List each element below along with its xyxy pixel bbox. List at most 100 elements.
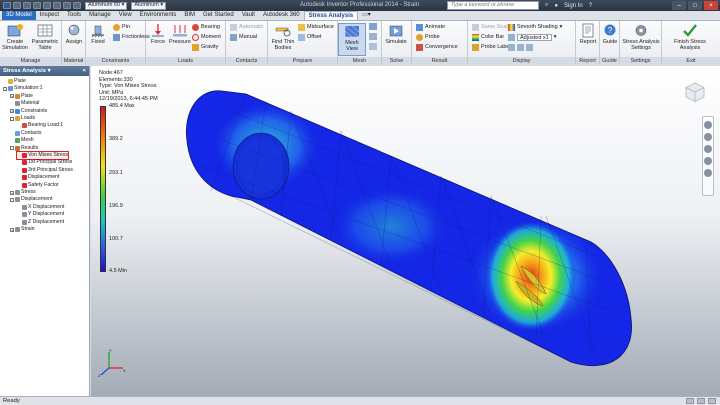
minimize-icon[interactable]: – xyxy=(672,1,686,10)
undo-icon[interactable] xyxy=(43,2,51,9)
redo-icon[interactable] xyxy=(53,2,61,9)
smooth-shading-dropdown[interactable]: Smooth Shading ▾ xyxy=(508,23,562,31)
mesh-settings-icon[interactable] xyxy=(369,23,377,30)
midsurface-button[interactable]: Midsurface xyxy=(298,23,334,31)
boundary-conditions-icon[interactable] xyxy=(526,43,533,51)
local-mesh-icon[interactable] xyxy=(369,33,377,40)
tab-vault[interactable]: Vault xyxy=(238,11,259,20)
maximize-icon[interactable]: □ xyxy=(688,1,702,10)
zoom-icon[interactable] xyxy=(704,145,712,153)
convergence-settings-icon[interactable] xyxy=(369,43,377,50)
expand-icon[interactable]: + xyxy=(10,190,14,195)
bearing-button[interactable]: Bearing xyxy=(192,23,220,31)
tree-node[interactable]: Displacement xyxy=(17,174,59,181)
steering-wheel-icon[interactable] xyxy=(704,121,712,129)
pressure-button[interactable]: Pressure xyxy=(166,23,194,45)
browser-close-icon[interactable]: × xyxy=(83,66,86,76)
search-icon[interactable]: ⌕ xyxy=(545,2,548,9)
simulate-button[interactable]: Simulate xyxy=(382,23,410,45)
tree-node[interactable]: Mesh xyxy=(10,137,34,144)
tree-node[interactable]: Plate xyxy=(3,78,26,85)
collapse-icon[interactable]: - xyxy=(10,146,14,151)
collapse-icon[interactable]: - xyxy=(3,86,7,91)
pin-button[interactable]: Pin xyxy=(113,23,130,31)
color-legend-bar[interactable] xyxy=(100,106,106,272)
status-icon-b[interactable] xyxy=(697,398,705,404)
tab-bim[interactable]: BIM xyxy=(180,11,199,20)
tree-node[interactable]: - Loads xyxy=(10,115,35,122)
parametric-table-button[interactable]: Parametric Table xyxy=(31,23,59,51)
tab-stress-analysis[interactable]: Stress Analysis xyxy=(303,11,359,20)
save-icon[interactable] xyxy=(33,2,41,9)
tree-node[interactable]: + Strain xyxy=(10,226,35,233)
show-min-icon[interactable] xyxy=(508,43,515,51)
graphics-viewport[interactable]: Node:467 Elements:330 Type: Von Mises St… xyxy=(91,66,720,396)
status-icon-c[interactable] xyxy=(708,398,716,404)
tree-node[interactable]: - Results xyxy=(10,145,38,152)
tree-node[interactable]: Material xyxy=(10,100,39,107)
material-combo[interactable]: Aluminum 60 ▾ xyxy=(85,1,128,10)
tab-tools[interactable]: Tools xyxy=(63,11,85,20)
tree-node[interactable]: Contacts xyxy=(10,130,41,137)
tab-view[interactable]: View xyxy=(115,11,136,20)
tree-node[interactable]: Z Displacement xyxy=(17,219,64,226)
automatic-button[interactable]: Automatic xyxy=(230,23,263,31)
tab-autodesk-360[interactable]: Autodesk 360 xyxy=(259,11,304,20)
select-icon[interactable] xyxy=(73,2,81,9)
tab-options-icon[interactable]: ▭▾ xyxy=(358,11,375,20)
close-icon[interactable]: × xyxy=(704,1,718,10)
tree-node[interactable]: - Displacement xyxy=(10,196,52,203)
stress-analysis-settings-button[interactable]: Stress Analysis Settings xyxy=(620,23,662,51)
tree-node[interactable]: X Displacement xyxy=(17,204,64,211)
search-input[interactable]: Type a keyword or phrase xyxy=(447,1,539,10)
tree-node[interactable]: - Simulation:1 xyxy=(3,85,43,92)
viewcube-icon[interactable] xyxy=(684,81,706,103)
new-icon[interactable] xyxy=(13,2,21,9)
tree-node[interactable]: 3rd Principal Stress xyxy=(17,167,73,174)
dropdown-icon[interactable]: ▾ xyxy=(46,68,51,74)
tree-node[interactable]: + Constraints xyxy=(10,108,47,115)
pan-icon[interactable] xyxy=(704,133,712,141)
look-at-icon[interactable] xyxy=(704,169,712,177)
expand-icon[interactable]: + xyxy=(10,109,14,114)
color-bar-button[interactable]: Color Bar xyxy=(472,33,504,41)
mesh-view-button[interactable]: Mesh View xyxy=(338,23,366,56)
status-icon-a[interactable] xyxy=(686,398,694,404)
gravity-button[interactable]: Gravity xyxy=(192,43,218,51)
fixed-button[interactable]: Fixed xyxy=(84,23,112,45)
tree-node[interactable]: Bearing Load:1 xyxy=(17,122,63,129)
collapse-icon[interactable]: - xyxy=(10,197,14,202)
user-icon[interactable]: ● xyxy=(554,3,558,9)
offset-button[interactable]: Offset xyxy=(298,33,322,41)
manual-button[interactable]: Manual xyxy=(230,33,257,41)
tab-3d-model[interactable]: 3D Model xyxy=(2,11,36,20)
probe-button[interactable]: Probe xyxy=(416,33,440,41)
tree-node[interactable]: + Plate xyxy=(10,93,33,100)
app-menu-icon[interactable] xyxy=(3,2,11,9)
tree-node[interactable]: 1st Principal Stress xyxy=(17,159,72,166)
moment-button[interactable]: Moment xyxy=(192,33,221,41)
tree-node[interactable]: Y Displacement xyxy=(17,211,64,218)
stress-contour-model[interactable] xyxy=(91,66,720,396)
tab-manage[interactable]: Manage xyxy=(85,11,115,20)
expand-icon[interactable]: + xyxy=(10,227,14,232)
help-icon[interactable]: ? xyxy=(589,3,592,9)
show-max-icon[interactable] xyxy=(517,43,524,51)
open-icon[interactable] xyxy=(23,2,31,9)
find-thin-bodies-button[interactable]: Find Thin Bodies xyxy=(269,23,297,51)
animate-button[interactable]: Animate xyxy=(416,23,445,31)
expand-icon[interactable]: + xyxy=(10,94,14,99)
tab-inspect[interactable]: Inspect xyxy=(36,11,63,20)
tree-node[interactable]: Safety Factor xyxy=(17,182,59,189)
tab-get-started[interactable]: Get Started xyxy=(199,11,238,20)
convergence-button[interactable]: Convergence xyxy=(416,43,458,51)
appearance-combo[interactable]: Aluminum ▾ xyxy=(131,1,167,10)
create-simulation-button[interactable]: Create Simulation xyxy=(1,23,29,51)
tree-node[interactable]: Von Mises Stress xyxy=(15,151,70,160)
adjusted-dropdown[interactable]: Adjusted x1 ▾ xyxy=(508,33,557,41)
return-icon[interactable] xyxy=(63,2,71,9)
same-scale-button[interactable]: Same Scale xyxy=(472,23,511,31)
collapse-icon[interactable]: - xyxy=(10,116,14,121)
sign-in-link[interactable]: Sign In xyxy=(564,3,583,9)
tree-node[interactable]: + Stress xyxy=(10,189,36,196)
